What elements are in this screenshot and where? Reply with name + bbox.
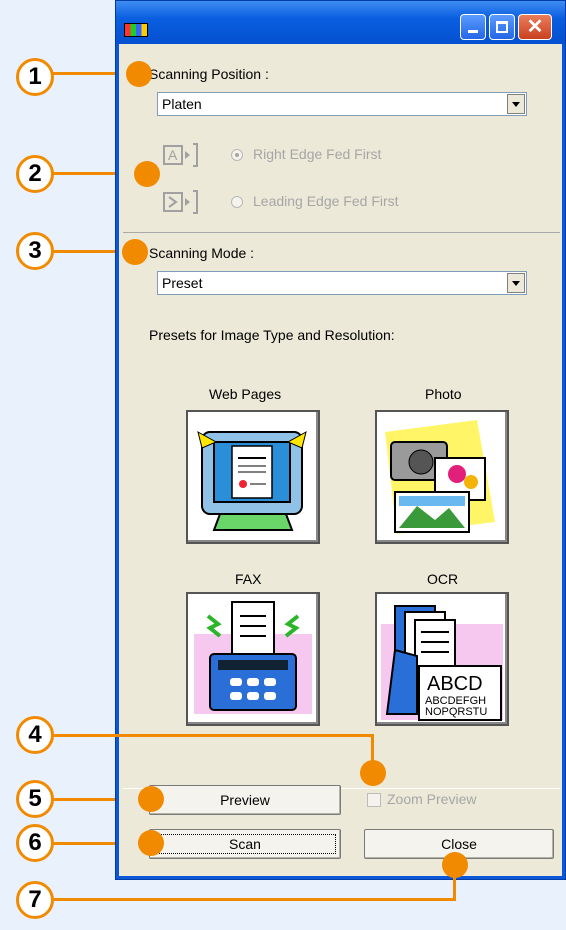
callout-number-3: 3 (16, 232, 54, 270)
scanning-position-label: Scanning Position : (149, 66, 269, 82)
scanning-position-select[interactable]: Platen (157, 92, 527, 116)
callout-line-4a (36, 734, 374, 737)
callout-number-6: 6 (16, 824, 54, 862)
leading-edge-fed-first-label: Leading Edge Fed First (253, 193, 399, 209)
svg-text:A: A (168, 147, 178, 163)
photo-label: Photo (425, 386, 462, 402)
dialog-client-area: Scanning Position : Platen A Right Edge … (119, 44, 562, 876)
ocr-icon-big-text: ABCD (427, 673, 483, 695)
fax-preset-button[interactable] (186, 592, 320, 726)
scanner-dialog-window: ✕ Scanning Position : Platen A Right Edg… (115, 0, 566, 880)
ocr-preset-button[interactable]: ABCD ABCDEFGH NOPQRSTU (375, 592, 509, 726)
callout-dot-1 (126, 61, 152, 87)
leading-edge-fed-first-radio[interactable] (231, 196, 243, 208)
callout-number-7: 7 (16, 881, 54, 919)
ocr-icon-line-2: NOPQRSTU (425, 706, 487, 718)
callout-line-7a (36, 898, 456, 901)
right-edge-fed-first-radio[interactable] (231, 149, 243, 161)
zoom-preview-checkbox[interactable] (367, 793, 381, 807)
callout-number-5: 5 (16, 780, 54, 818)
dropdown-arrow-icon[interactable] (507, 94, 525, 114)
photo-icon (385, 420, 495, 534)
callout-dot-5 (138, 786, 164, 812)
callout-number-2: 2 (16, 155, 54, 193)
minimize-button[interactable] (460, 14, 486, 40)
callout-dot-2 (134, 161, 160, 187)
leading-edge-feed-icon (163, 190, 198, 214)
twain-icon (124, 23, 148, 37)
title-bar[interactable]: ✕ (116, 1, 565, 44)
ocr-label: OCR (427, 571, 459, 587)
callout-dot-6 (138, 830, 164, 856)
photo-preset-button[interactable] (375, 410, 509, 544)
presets-label: Presets for Image Type and Resolution: (149, 327, 395, 343)
dropdown-arrow-icon[interactable] (507, 273, 525, 293)
close-window-button[interactable]: ✕ (518, 14, 552, 40)
scan-button-label: Scan (229, 836, 261, 852)
scanning-mode-value: Preset (162, 275, 203, 291)
preview-button[interactable]: Preview (149, 785, 341, 815)
web-pages-label: Web Pages (209, 386, 282, 402)
ocr-icon: ABCD ABCDEFGH NOPQRSTU (381, 605, 503, 721)
callout-line-4b (371, 734, 374, 770)
maximize-button[interactable] (489, 14, 515, 40)
web-pages-icon (197, 431, 307, 531)
fax-label: FAX (235, 571, 262, 587)
right-edge-feed-icon: A (163, 143, 198, 167)
callout-number-1: 1 (16, 58, 54, 96)
scan-button[interactable]: Scan (149, 829, 341, 859)
callout-dot-3 (122, 239, 148, 265)
web-pages-preset-button[interactable] (186, 410, 320, 544)
callout-line-7b (453, 865, 456, 901)
scanning-mode-label: Scanning Mode : (149, 245, 255, 261)
scanning-position-value: Platen (162, 96, 202, 112)
close-icon: ✕ (526, 16, 544, 38)
callout-number-4: 4 (16, 716, 54, 754)
right-edge-fed-first-label: Right Edge Fed First (253, 146, 382, 162)
fax-icon (194, 601, 312, 714)
zoom-preview-label: Zoom Preview (387, 791, 477, 807)
scanning-mode-select[interactable]: Preset (157, 271, 527, 295)
